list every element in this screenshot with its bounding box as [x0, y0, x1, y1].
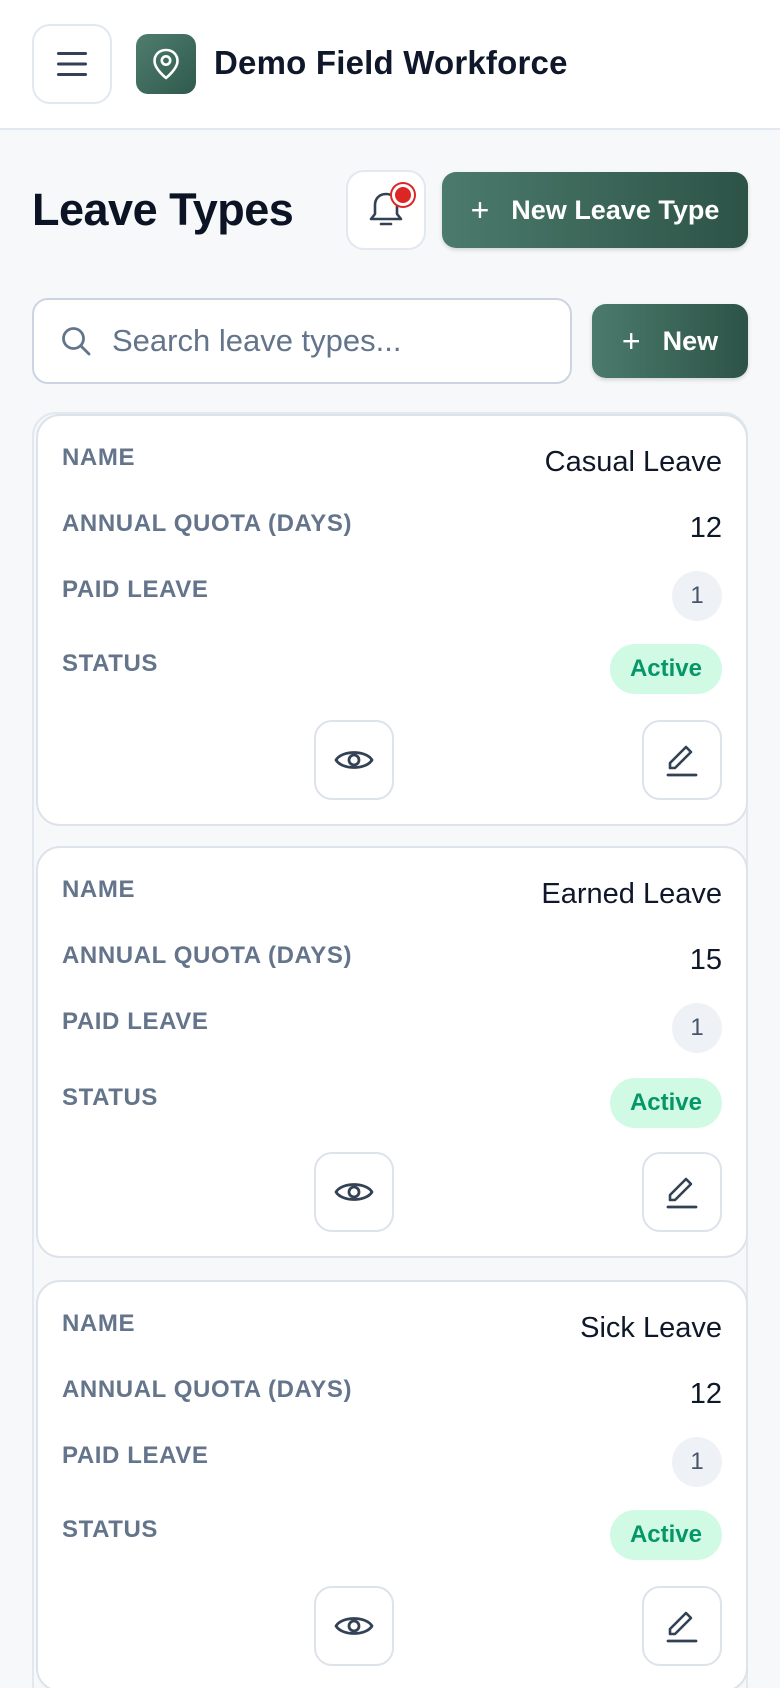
- paid-value: 1: [672, 1003, 722, 1053]
- status-label: STATUS: [62, 1516, 159, 1543]
- name-value: Casual Leave: [544, 446, 722, 478]
- notifications-button[interactable]: [346, 170, 426, 250]
- edit-button[interactable]: [642, 1152, 722, 1232]
- name-value: Earned Leave: [541, 878, 722, 910]
- plus-icon: +: [470, 191, 490, 228]
- edit-icon: [666, 1177, 698, 1209]
- quota-row: ANNUAL QUOTA (DAYS) 12: [62, 1376, 722, 1416]
- quota-label: ANNUAL QUOTA (DAYS): [62, 942, 353, 969]
- quota-row: ANNUAL QUOTA (DAYS) 15: [62, 942, 722, 982]
- search-icon: [62, 327, 91, 356]
- name-row: NAME Sick Leave: [62, 1310, 722, 1350]
- paid-value: 1: [672, 571, 722, 621]
- paid-row: PAID LEAVE 1: [62, 571, 722, 621]
- app-title: Demo Field Workforce: [214, 44, 568, 81]
- name-label: NAME: [62, 444, 136, 471]
- quota-value: 12: [689, 512, 722, 544]
- status-label: STATUS: [62, 650, 159, 677]
- status-row: STATUS Active: [62, 1510, 722, 1560]
- top-bar: Demo Field Workforce: [0, 0, 780, 130]
- leave-type-list: NAME Casual Leave ANNUAL QUOTA (DAYS) 12…: [32, 412, 748, 1688]
- leave-type-card: NAME Casual Leave ANNUAL QUOTA (DAYS) 12…: [36, 414, 748, 826]
- quota-value: 12: [689, 1378, 722, 1410]
- name-label: NAME: [62, 1310, 136, 1337]
- status-row: STATUS Active: [62, 644, 722, 694]
- status-badge: Active: [609, 1078, 722, 1128]
- leave-type-card: NAME Earned Leave ANNUAL QUOTA (DAYS) 15…: [36, 846, 748, 1258]
- quota-label: ANNUAL QUOTA (DAYS): [62, 510, 353, 537]
- menu-icon: [57, 52, 87, 76]
- edit-icon: [666, 1611, 698, 1643]
- new-leave-type-button[interactable]: + New Leave Type: [442, 172, 748, 248]
- view-button[interactable]: [314, 1586, 394, 1666]
- edit-icon: [666, 745, 698, 777]
- name-value: Sick Leave: [580, 1312, 722, 1344]
- menu-button[interactable]: [32, 24, 112, 104]
- page-title: Leave Types: [32, 184, 294, 235]
- eye-icon: [334, 1617, 374, 1635]
- name-label: NAME: [62, 876, 136, 903]
- status-badge: Active: [609, 644, 722, 694]
- paid-row: PAID LEAVE 1: [62, 1003, 722, 1053]
- paid-value: 1: [672, 1437, 722, 1487]
- status-row: STATUS Active: [62, 1078, 722, 1128]
- quota-row: ANNUAL QUOTA (DAYS) 12: [62, 510, 722, 550]
- status-badge: Active: [609, 1510, 722, 1560]
- leave-type-card: NAME Sick Leave ANNUAL QUOTA (DAYS) 12 P…: [36, 1280, 748, 1688]
- eye-icon: [334, 1183, 374, 1201]
- location-pin-icon: [153, 48, 179, 80]
- paid-row: PAID LEAVE 1: [62, 1437, 722, 1487]
- notification-badge: [392, 184, 414, 206]
- edit-button[interactable]: [642, 1586, 722, 1666]
- edit-button[interactable]: [642, 720, 722, 800]
- status-label: STATUS: [62, 1084, 159, 1111]
- quota-label: ANNUAL QUOTA (DAYS): [62, 1376, 353, 1403]
- paid-label: PAID LEAVE: [62, 1442, 209, 1469]
- quota-value: 15: [689, 944, 722, 976]
- new-leave-type-label: New Leave Type: [511, 194, 720, 225]
- view-button[interactable]: [314, 720, 394, 800]
- view-button[interactable]: [314, 1152, 394, 1232]
- name-row: NAME Earned Leave: [62, 876, 722, 916]
- paid-label: PAID LEAVE: [62, 1008, 209, 1035]
- eye-icon: [334, 751, 374, 769]
- search-input[interactable]: [112, 323, 552, 359]
- plus-icon: +: [621, 322, 641, 359]
- search-box: [32, 298, 572, 384]
- paid-label: PAID LEAVE: [62, 576, 209, 603]
- app-logo[interactable]: [136, 34, 196, 94]
- name-row: NAME Casual Leave: [62, 444, 722, 484]
- new-button[interactable]: + New: [592, 304, 748, 378]
- new-label: New: [662, 325, 719, 356]
